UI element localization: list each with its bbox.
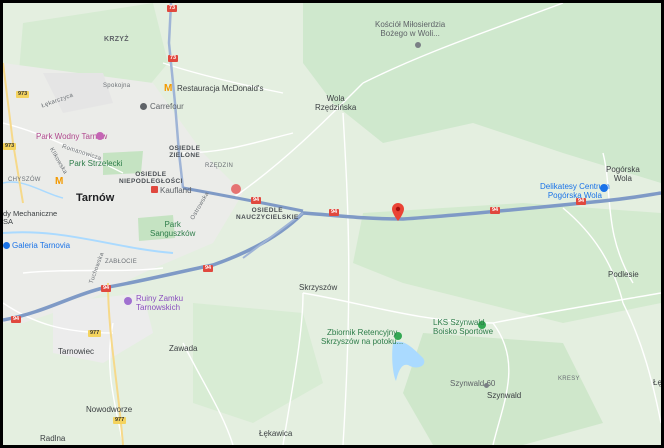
road-shield-973: 973: [16, 91, 30, 98]
town-label-szynwald: Szynwald: [487, 391, 522, 400]
hospital-icon[interactable]: [231, 184, 241, 194]
road-shield-94: 94: [203, 265, 214, 272]
address-dot-icon: [484, 383, 489, 388]
town-label-zawada: Zawada: [169, 344, 198, 353]
town-label-nowodworze: Nowodworze: [86, 405, 133, 414]
forest-area: [353, 203, 661, 323]
district-label-zablocie: ZABŁOCIE: [105, 259, 138, 265]
town-label-lekawica: Łękawica: [259, 429, 293, 438]
mcdonalds-icon[interactable]: M: [164, 83, 172, 94]
town-label-skrzyszow: Skrzyszów: [299, 283, 338, 292]
road-shield-73: 73: [167, 5, 178, 12]
road-shield-94: 94: [11, 316, 22, 323]
district-label-chyszow: CHYSZÓW: [8, 177, 41, 183]
church-icon[interactable]: [415, 42, 421, 48]
road-shield-973: 973: [3, 143, 17, 150]
poi-kosciol[interactable]: Kościół Miłosierdzia Bożego w Woli...: [375, 20, 445, 39]
road-shield-94: 94: [576, 198, 587, 205]
poi-park-strzelecki[interactable]: Park Strzelecki: [69, 159, 122, 169]
town-label-pogorska-wola: Pogórska Wola: [606, 165, 640, 183]
road-shield-94: 94: [490, 207, 501, 214]
edge-label-mechaniczne: dy Mechaniczne SA: [3, 209, 58, 227]
district-label-osiedle-nauczycielskie: OSIEDLE NAUCZYCIELSKIE: [236, 207, 299, 222]
road-shield-977: 977: [88, 330, 102, 337]
edge-label-le: Łę: [653, 378, 661, 387]
poi-delikatesy[interactable]: Delikatesy Centrum Pogórska Wola: [540, 182, 610, 201]
road-shield-73: 73: [168, 55, 179, 62]
castle-icon[interactable]: [124, 297, 132, 305]
town-label-wola-rzedzinska: Wola Rzędzińska: [315, 94, 357, 112]
map-canvas[interactable]: Tarnów Wola Rzędzińska Skrzyszów Pogórsk…: [3, 3, 661, 445]
district-label-osiedle-zielone: OSIEDLE ZIELONE: [169, 145, 201, 160]
road-shield-977: 977: [113, 417, 127, 424]
location-pin-icon[interactable]: [392, 203, 404, 221]
poi-park-sanguszkow[interactable]: Park Sanguszków: [150, 220, 195, 239]
poi-lks-szynwald[interactable]: LKS Szynwald Boisko Sportowe: [433, 318, 493, 337]
poi-mcdonalds[interactable]: Restauracja McDonald's: [177, 84, 263, 94]
road-shield-94: 94: [101, 285, 112, 292]
pool-icon[interactable]: [96, 132, 104, 140]
district-label-rzedzin: RZĘDZIN: [205, 163, 234, 169]
shopping-cart-icon[interactable]: [140, 103, 147, 110]
district-label-kresy: KRESY: [558, 376, 580, 382]
town-label-podlesie: Podlesie: [608, 270, 639, 279]
poi-galeria-tarnovia[interactable]: Galeria Tarnovia: [12, 241, 70, 251]
town-label-radlna: Radlna: [40, 434, 66, 443]
district-label-osiedle-niepodleglosci: OSIEDLE NIEPODLEGŁOŚCI: [119, 171, 183, 186]
town-label-tarnow: Tarnów: [76, 192, 115, 204]
town-label-tarnowiec: Tarnowiec: [58, 347, 95, 356]
shopping-bag-icon[interactable]: [3, 242, 10, 249]
poi-kaufland[interactable]: Kaufland: [160, 186, 192, 196]
forest-area: [193, 303, 323, 423]
road-shield-94: 94: [329, 209, 340, 216]
mcdonalds-icon-2[interactable]: M: [55, 176, 63, 187]
poi-carrefour[interactable]: Carrefour: [150, 102, 184, 112]
street-label-spokojna: Spokojna: [103, 83, 131, 89]
district-label-krzyz: KRZYŻ: [104, 36, 129, 43]
poi-ruiny-zamku[interactable]: Ruiny Zamku Tarnowskich: [136, 294, 183, 313]
road-shield-94: 94: [251, 197, 262, 204]
poi-zbiornik[interactable]: Zbiornik Retencyjny Skrzyszów na potoku.…: [321, 328, 403, 347]
forest-area: [303, 3, 661, 183]
forest-area: [403, 333, 603, 445]
kaufland-icon[interactable]: [151, 186, 158, 193]
